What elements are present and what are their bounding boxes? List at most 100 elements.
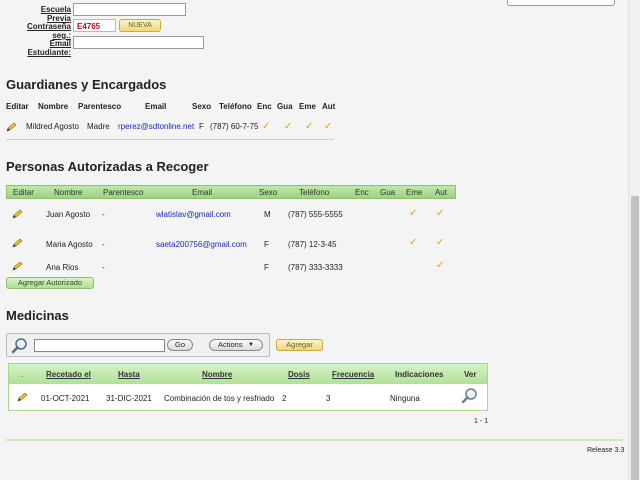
col-select: . bbox=[21, 370, 24, 379]
search-panel: Go Actions ▼ bbox=[6, 333, 270, 357]
checkmark-icon: ✓ bbox=[324, 121, 333, 132]
col-hasta[interactable]: Hasta bbox=[118, 370, 140, 379]
medicine-frecuencia: 3 bbox=[326, 394, 331, 403]
col-frecuencia[interactable]: Frecuencia bbox=[332, 370, 374, 379]
col-recetado[interactable]: Recetado el bbox=[46, 370, 91, 379]
guardian-parentesco: Madre bbox=[87, 122, 110, 131]
col-parentesco: Parentesco bbox=[78, 102, 122, 111]
medicine-hasta: 31-DIC-2021 bbox=[106, 394, 152, 403]
checkmark-icon: ✓ bbox=[262, 121, 271, 132]
medicine-recetado: 01-OCT-2021 bbox=[41, 394, 90, 403]
medicine-indicaciones: Ninguna bbox=[390, 394, 420, 403]
pagination-label: 1 - 1 bbox=[474, 418, 489, 425]
authorized-nombre: Juan Agosto bbox=[46, 210, 91, 219]
email-estudiante-label: Email Estudiante: bbox=[27, 39, 71, 57]
escuela-previa-input[interactable] bbox=[73, 3, 186, 16]
pencil-icon[interactable] bbox=[12, 261, 24, 271]
col-ver: Ver bbox=[464, 370, 477, 379]
contrasena-label: Contraseña seg.: bbox=[26, 22, 71, 40]
add-authorized-button[interactable]: Agregar Autorizado bbox=[6, 277, 94, 289]
guardian-nombre: Mildred Agosto bbox=[26, 122, 79, 131]
escuela-previa-label: Escuela Previa bbox=[40, 5, 71, 23]
col-email: Email bbox=[192, 188, 213, 197]
authorized-nombre: Ana Rios bbox=[46, 263, 79, 272]
medicine-nombre: Combinación de tos y resfriado bbox=[164, 394, 275, 403]
guardian-email-link[interactable]: rperez@sdtonline.net bbox=[118, 122, 194, 131]
guardian-sexo: F bbox=[199, 122, 204, 131]
col-aut: Aut bbox=[322, 102, 336, 111]
col-aut: Aut bbox=[435, 188, 448, 197]
chevron-down-icon: ▼ bbox=[248, 342, 254, 348]
col-gua: Gua bbox=[380, 188, 396, 197]
authorized-title: Personas Autorizadas a Recoger bbox=[6, 159, 209, 174]
authorized-sexo: M bbox=[264, 210, 271, 219]
table-row: Mildred Agosto Madre rperez@sdtonline.ne… bbox=[6, 122, 334, 134]
checkmark-icon: ✓ bbox=[409, 237, 418, 248]
col-telefono: Teléfono bbox=[299, 188, 330, 197]
top-right-field[interactable] bbox=[507, 0, 615, 6]
magnifier-icon bbox=[11, 338, 27, 354]
authorized-telefono: (787) 333-3333 bbox=[288, 263, 343, 272]
authorized-telefono: (787) 12-3-45 bbox=[288, 240, 337, 249]
col-dosis[interactable]: Dosis bbox=[288, 370, 310, 379]
actions-button[interactable]: Actions ▼ bbox=[209, 339, 263, 351]
authorized-sexo: F bbox=[264, 263, 269, 272]
col-enc: Enc bbox=[257, 102, 272, 111]
col-sexo: Sexo bbox=[192, 102, 212, 111]
authorized-email-link[interactable]: saeta200756@gmail.com bbox=[156, 240, 247, 249]
guardians-title: Guardianes y Encargados bbox=[6, 77, 167, 92]
view-magnifier-icon[interactable] bbox=[461, 387, 479, 405]
col-telefono: Teléfono bbox=[219, 102, 252, 111]
medicines-table: . Recetado el Hasta Nombre Dosis Frecuen… bbox=[8, 363, 488, 411]
authorized-parentesco: - bbox=[102, 210, 105, 219]
pencil-icon[interactable] bbox=[12, 209, 24, 219]
medicine-dosis: 2 bbox=[282, 394, 287, 403]
guardian-telefono: (787) 60-7-75 bbox=[210, 122, 259, 131]
authorized-parentesco: - bbox=[102, 240, 105, 249]
col-enc: Enc bbox=[355, 188, 369, 197]
captcha-code: E4765 bbox=[73, 19, 116, 32]
col-editar: Editar bbox=[6, 102, 29, 111]
agregar-button[interactable]: Agregar bbox=[276, 339, 323, 351]
authorized-header-row: Editar Nombre Parentesco Email Sexo Telé… bbox=[6, 185, 456, 199]
authorized-nombre: Maria Agosto bbox=[46, 240, 93, 249]
actions-button-label: Actions bbox=[218, 340, 243, 349]
col-indicaciones: Indicaciones bbox=[395, 370, 444, 379]
email-estudiante-input[interactable] bbox=[73, 36, 204, 49]
checkmark-icon: ✓ bbox=[436, 260, 445, 271]
authorized-sexo: F bbox=[264, 240, 269, 249]
footer-divider bbox=[6, 439, 623, 441]
guardians-table: Editar Nombre Parentesco Email Sexo Telé… bbox=[6, 102, 336, 134]
col-nombre: Nombre bbox=[54, 188, 83, 197]
vertical-scrollbar[interactable] bbox=[628, 0, 640, 480]
checkmark-icon: ✓ bbox=[436, 237, 445, 248]
medicines-title: Medicinas bbox=[6, 308, 69, 323]
authorized-telefono: (787) 555-5555 bbox=[288, 210, 343, 219]
nueva-button[interactable]: NUEVA bbox=[119, 19, 161, 32]
col-eme: Eme bbox=[299, 102, 316, 111]
col-email: Email bbox=[145, 102, 167, 111]
release-label: Release 3.3 bbox=[587, 447, 625, 454]
col-editar: Editar bbox=[13, 188, 34, 197]
pencil-icon[interactable] bbox=[17, 392, 29, 402]
divider bbox=[6, 139, 334, 140]
checkmark-icon: ✓ bbox=[409, 208, 418, 219]
col-nombre: Nombre bbox=[38, 102, 69, 111]
col-nombre[interactable]: Nombre bbox=[202, 370, 232, 379]
pencil-icon[interactable] bbox=[12, 238, 24, 248]
scrollbar-thumb[interactable] bbox=[631, 196, 639, 480]
pencil-icon[interactable] bbox=[6, 122, 18, 132]
search-input[interactable] bbox=[34, 339, 165, 352]
checkmark-icon: ✓ bbox=[305, 121, 314, 132]
checkmark-icon: ✓ bbox=[284, 121, 293, 132]
checkmark-icon: ✓ bbox=[436, 208, 445, 219]
authorized-email-link[interactable]: wlatislav@gmail.com bbox=[156, 210, 231, 219]
page-content: Escuela Previa Contraseña seg.: E4765 NU… bbox=[0, 0, 628, 480]
col-parentesco: Parentesco bbox=[103, 188, 144, 197]
authorized-parentesco: - bbox=[102, 263, 105, 272]
col-sexo: Sexo bbox=[259, 188, 278, 197]
go-button[interactable]: Go bbox=[167, 339, 193, 351]
col-gua: Gua bbox=[277, 102, 293, 111]
col-eme: Eme bbox=[406, 188, 423, 197]
medicines-header-row: . Recetado el Hasta Nombre Dosis Frecuen… bbox=[9, 364, 487, 384]
